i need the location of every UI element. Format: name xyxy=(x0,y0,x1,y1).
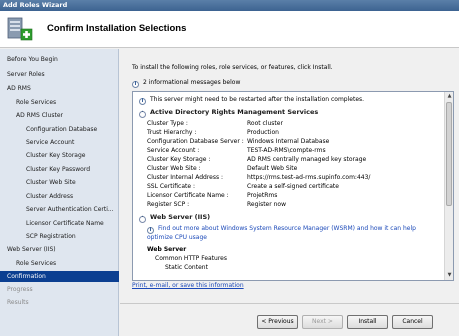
collapse-chevron-icon[interactable]: ˄ xyxy=(139,216,146,223)
adrms-section-header[interactable]: ˄ Active Directory Rights Management Serv… xyxy=(139,108,318,118)
nav-iis-role-services[interactable]: Role Services xyxy=(0,258,119,269)
cancel-button[interactable]: Cancel xyxy=(392,315,433,329)
detail-key: Cluster Internal Address : xyxy=(147,174,224,181)
detail-key: Service Account : xyxy=(147,147,200,154)
nav-cluster-key-password[interactable]: Cluster Key Password xyxy=(0,164,119,175)
detail-value: Default Web Site xyxy=(247,165,298,172)
scroll-thumb[interactable] xyxy=(446,102,452,206)
nav-web-server-iis[interactable]: Web Server (IIS) xyxy=(0,244,119,255)
detail-key: Cluster Web Site : xyxy=(147,165,201,172)
detail-value: ProjetRms xyxy=(247,192,278,199)
nav-licensor-certificate-name[interactable]: Licensor Certificate Name xyxy=(0,218,119,229)
window-title: Add Roles Wizard xyxy=(0,0,459,11)
panel-scrollbar[interactable]: ▲ ▼ xyxy=(444,92,453,280)
print-email-save-link[interactable]: Print, e-mail, or save this information xyxy=(132,282,244,289)
detail-value: https://rms.test-ad-rms.supinfo.com:443/ xyxy=(247,174,371,181)
nav-results: Results xyxy=(7,299,29,306)
nav-ad-rms-cluster[interactable]: AD RMS Cluster xyxy=(0,110,119,121)
next-button: Next > xyxy=(302,315,343,329)
wizard-step-list: Before You Begin Server Roles AD RMS Rol… xyxy=(0,49,119,336)
restart-notice: i This server might need to be restarted … xyxy=(139,96,364,105)
nav-service-account[interactable]: Service Account xyxy=(0,137,119,148)
nav-configuration-database[interactable]: Configuration Database xyxy=(0,124,119,135)
restart-notice-text: This server might need to be restarted a… xyxy=(150,96,365,103)
detail-value: Create a self-signed certificate xyxy=(247,183,339,190)
detail-key: Cluster Key Storage : xyxy=(147,156,211,163)
common-http-features-label: Common HTTP Features xyxy=(155,255,227,262)
nav-progress: Progress xyxy=(7,286,33,293)
nav-cluster-web-site[interactable]: Cluster Web Site xyxy=(0,177,119,188)
detail-key: Configuration Database Server : xyxy=(147,138,244,145)
footer-divider xyxy=(120,303,459,304)
wsrm-link[interactable]: Find out more about Windows System Resou… xyxy=(147,225,416,241)
nav-server-roles[interactable]: Server Roles xyxy=(0,69,119,80)
intro-text: To install the following roles, role ser… xyxy=(132,64,333,71)
detail-value: AD RMS centrally managed key storage xyxy=(247,156,367,163)
selections-panel[interactable]: i This server might need to be restarted … xyxy=(132,91,454,281)
previous-button[interactable]: < Previous xyxy=(257,315,298,329)
detail-key: Trust Hierarchy : xyxy=(147,129,197,136)
info-icon: i xyxy=(147,227,154,234)
nav-ad-rms[interactable]: AD RMS xyxy=(0,83,119,94)
detail-value: Production xyxy=(247,129,279,136)
scroll-down-arrow-icon[interactable]: ▼ xyxy=(445,271,453,280)
collapse-chevron-icon[interactable]: ˄ xyxy=(139,111,146,118)
page-title: Confirm Installation Selections xyxy=(47,23,187,34)
nav-cluster-key-storage[interactable]: Cluster Key Storage xyxy=(0,150,119,161)
info-count-text: 2 informational messages below xyxy=(143,79,241,86)
detail-value: TEST-AD-RMS\compte-rms xyxy=(247,147,326,154)
nav-confirmation[interactable]: Confirmation xyxy=(0,271,119,282)
selections-list: i This server might need to be restarted … xyxy=(133,92,445,280)
server-roles-icon xyxy=(7,17,33,41)
iis-section-header[interactable]: ˄ Web Server (IIS) xyxy=(139,213,210,223)
nav-ad-rms-role-services[interactable]: Role Services xyxy=(0,97,119,108)
info-summary: i 2 informational messages below xyxy=(132,79,240,88)
detail-key: Cluster Type : xyxy=(147,120,188,127)
detail-value: Windows Internal Database xyxy=(247,138,330,145)
wizard-header: Confirm Installation Selections xyxy=(0,11,459,48)
static-content-label: Static Content xyxy=(165,264,208,271)
nav-before-you-begin[interactable]: Before You Begin xyxy=(0,54,119,65)
detail-key: SSL Certificate : xyxy=(147,183,195,190)
nav-server-authentication-certificate[interactable]: Server Authentication Certi... xyxy=(0,204,119,215)
web-server-label: Web Server xyxy=(147,246,187,253)
detail-key: Register SCP : xyxy=(147,201,190,208)
install-button[interactable]: Install xyxy=(347,315,388,329)
adrms-section-title: Active Directory Rights Management Servi… xyxy=(150,108,319,116)
scroll-up-arrow-icon[interactable]: ▲ xyxy=(445,92,453,101)
nav-cluster-address[interactable]: Cluster Address xyxy=(0,191,119,202)
info-icon: i xyxy=(139,98,146,105)
detail-key: Licensor Certificate Name : xyxy=(147,192,229,199)
iis-section-title: Web Server (IIS) xyxy=(150,213,211,221)
nav-scp-registration[interactable]: SCP Registration xyxy=(0,231,119,242)
detail-value: Register now xyxy=(247,201,286,208)
detail-value: Root cluster xyxy=(247,120,283,127)
info-icon: i xyxy=(132,81,139,88)
main-content: To install the following roles, role ser… xyxy=(120,49,459,336)
wsrm-info[interactable]: i Find out more about Windows System Reso… xyxy=(147,225,437,242)
